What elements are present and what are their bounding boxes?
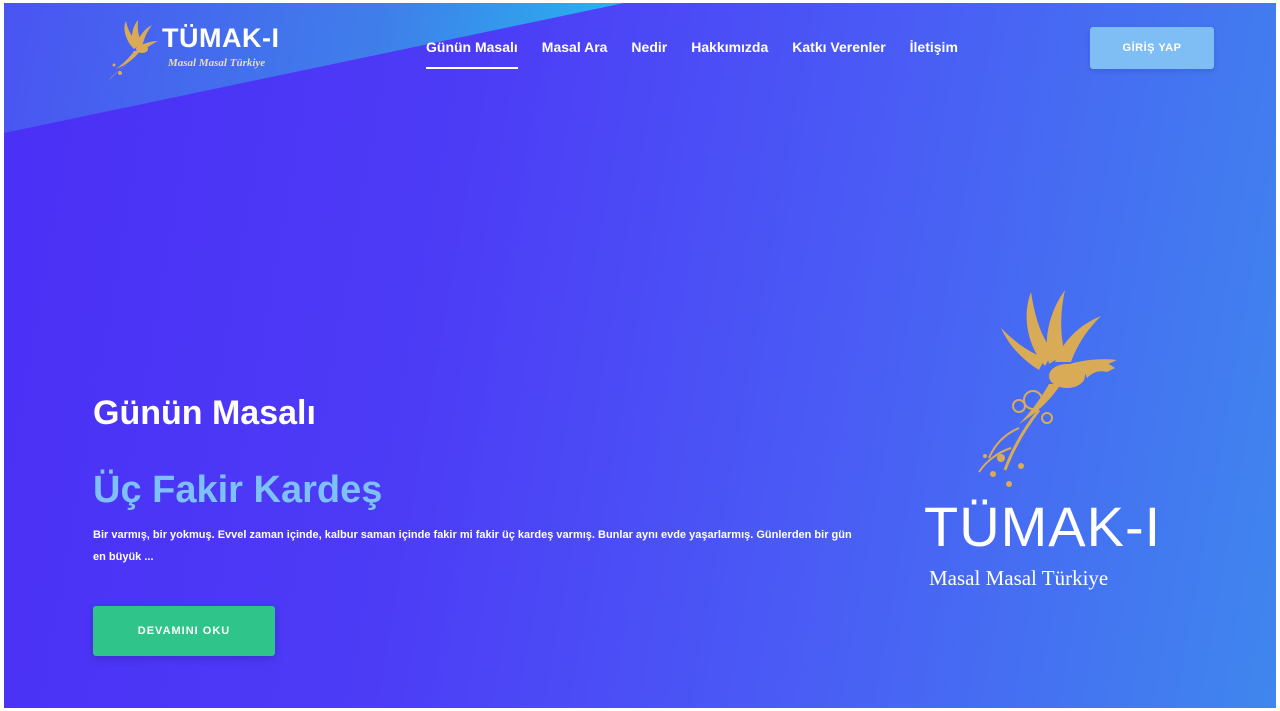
section-label: Günün Masalı	[93, 394, 316, 432]
logo-subtitle: Masal Masal Türkiye	[168, 57, 266, 69]
story-excerpt: Bir varmış, bir yokmuş. Evvel zaman için…	[93, 529, 852, 563]
logo-title: TÜMAK-I	[162, 23, 280, 53]
nav-masal-ara[interactable]: Masal Ara	[542, 39, 608, 55]
nav-hakkimizda[interactable]: Hakkımızda	[691, 39, 768, 55]
main-nav: Günün Masalı Masal Ara Nedir Hakkımızda …	[426, 39, 982, 69]
nav-katki-verenler[interactable]: Katkı Verenler	[792, 39, 885, 55]
page-background: TÜMAK-I Masal Masal Türkiye Günün Masalı…	[4, 3, 1276, 708]
nav-iletisim[interactable]: İletişim	[910, 39, 958, 55]
story-title[interactable]: Üç Fakir Kardeş	[93, 469, 382, 512]
brand-title: TÜMAK-I	[924, 495, 1162, 558]
nav-gunun-masali[interactable]: Günün Masalı	[426, 39, 518, 69]
header-decoration	[4, 3, 624, 133]
brand-subtitle: Masal Masal Türkiye	[929, 566, 1109, 590]
read-more-button[interactable]: DEVAMINI OKU	[93, 606, 275, 656]
phoenix-bird-icon	[108, 20, 158, 81]
nav-nedir[interactable]: Nedir	[631, 39, 667, 55]
brand-logo: TÜMAK-I Masal Masal Türkiye	[919, 288, 1169, 598]
site-logo[interactable]: TÜMAK-I Masal Masal Türkiye	[104, 15, 304, 85]
login-button[interactable]: GİRİŞ YAP	[1090, 27, 1214, 69]
phoenix-illustration-icon	[978, 290, 1117, 487]
